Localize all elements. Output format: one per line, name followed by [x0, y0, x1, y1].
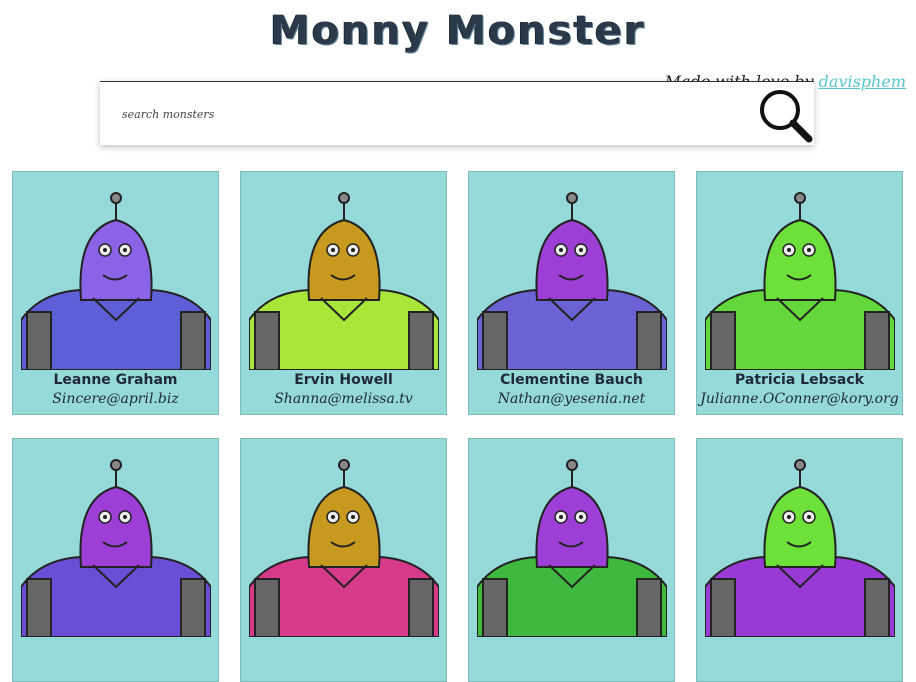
monster-name: Patricia Lebsack — [735, 372, 864, 388]
monster-card[interactable] — [468, 438, 675, 682]
monster-avatar — [477, 459, 667, 637]
monster-pupil-left — [103, 248, 107, 252]
monster-avatar — [705, 192, 895, 370]
monster-head — [535, 485, 609, 568]
monster-head — [535, 218, 609, 301]
monster-armor-right — [180, 311, 206, 370]
monster-armor-right — [864, 578, 890, 637]
monster-armor-right — [636, 578, 662, 637]
monster-email: Sincere@april.biz — [52, 391, 179, 407]
monster-antenna-tip — [794, 459, 806, 471]
monster-email: Nathan@yesenia.net — [497, 391, 646, 407]
search-icon[interactable] — [754, 84, 814, 144]
credit-link[interactable]: davisphem — [819, 72, 906, 91]
monster-armor-left — [26, 578, 52, 637]
monster-armor-left — [482, 578, 508, 637]
monster-armor-left — [26, 311, 52, 370]
monster-pupil-right — [807, 248, 811, 252]
monster-avatar — [477, 192, 667, 370]
monster-avatar — [705, 459, 895, 637]
monster-email: Shanna@melissa.tv — [274, 391, 413, 407]
monster-head — [763, 485, 837, 568]
monster-pupil-left — [331, 515, 335, 519]
monster-avatar — [21, 459, 211, 637]
monster-armor-right — [408, 578, 434, 637]
monster-head — [307, 485, 381, 568]
monster-armor-right — [408, 311, 434, 370]
monster-pupil-right — [351, 515, 355, 519]
monster-avatar — [249, 192, 439, 370]
monster-antenna-tip — [338, 192, 350, 204]
monster-pupil-right — [579, 248, 583, 252]
monster-head — [79, 218, 153, 301]
monster-armor-left — [482, 311, 508, 370]
monster-card[interactable] — [696, 438, 903, 682]
monster-armor-right — [864, 311, 890, 370]
monster-armor-left — [254, 311, 280, 370]
monster-pupil-left — [787, 248, 791, 252]
monster-pupil-right — [807, 515, 811, 519]
monster-card[interactable]: Clementine Bauch Nathan@yesenia.net — [468, 171, 675, 415]
search-box — [100, 81, 814, 145]
monster-card[interactable]: Ervin Howell Shanna@melissa.tv — [240, 171, 447, 415]
monster-pupil-right — [123, 515, 127, 519]
monster-name: Leanne Graham — [53, 372, 178, 388]
monster-armor-left — [710, 578, 736, 637]
monster-antenna-tip — [566, 459, 578, 471]
monster-antenna-tip — [338, 459, 350, 471]
monster-name: Ervin Howell — [294, 372, 393, 388]
monster-card[interactable]: Leanne Graham Sincere@april.biz — [12, 171, 219, 415]
monster-pupil-right — [351, 248, 355, 252]
monster-head — [763, 218, 837, 301]
monster-antenna-tip — [794, 192, 806, 204]
monster-card[interactable]: Patricia Lebsack Julianne.OConner@kory.o… — [696, 171, 903, 415]
monster-antenna-tip — [566, 192, 578, 204]
monster-card[interactable] — [240, 438, 447, 682]
page-title: Monny Monster — [270, 8, 646, 54]
monster-pupil-right — [123, 248, 127, 252]
monster-antenna-tip — [110, 459, 122, 471]
monster-email: Julianne.OConner@kory.org — [700, 391, 899, 407]
monster-armor-left — [254, 578, 280, 637]
monster-armor-right — [636, 311, 662, 370]
monster-pupil-left — [103, 515, 107, 519]
monster-pupil-left — [787, 515, 791, 519]
monster-avatar — [21, 192, 211, 370]
monster-armor-left — [710, 311, 736, 370]
monster-avatar — [249, 459, 439, 637]
monster-armor-right — [180, 578, 206, 637]
monster-pupil-left — [559, 248, 563, 252]
monster-head — [307, 218, 381, 301]
monster-pupil-right — [579, 515, 583, 519]
monster-pupil-left — [559, 515, 563, 519]
monster-name: Clementine Bauch — [500, 372, 643, 388]
monster-head — [79, 485, 153, 568]
monster-antenna-tip — [110, 192, 122, 204]
search-input[interactable] — [120, 104, 720, 124]
monster-card[interactable] — [12, 438, 219, 682]
monster-pupil-left — [331, 248, 335, 252]
